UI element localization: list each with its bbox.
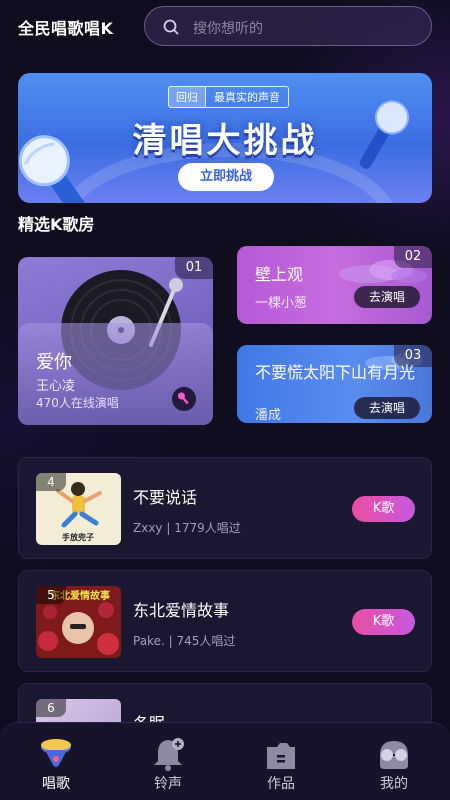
room-info-panel: 爱你 王心凌 470人在线演唱 — [18, 323, 213, 425]
section-title: 精选K歌房 — [18, 215, 95, 234]
nav-tab-works[interactable]: 作品 — [225, 723, 337, 800]
room-singer: 一棵小葱 — [255, 296, 308, 311]
room-song-title: 爱你 — [36, 352, 72, 373]
go-sing-button[interactable]: 去演唱 — [354, 397, 420, 419]
nav-tab-sing[interactable]: 唱歌 — [0, 723, 112, 800]
nav-label: 作品 — [267, 776, 295, 792]
app-title: 全民唱歌唱K — [18, 19, 114, 38]
go-sing-button[interactable]: 去演唱 — [354, 286, 420, 308]
meta-separator: | — [168, 634, 173, 648]
song-title: 东北爱情故事 — [133, 601, 230, 620]
mic-badge-icon — [172, 387, 196, 411]
nav-tab-mine[interactable]: 我的 — [338, 723, 450, 800]
meta-separator: | — [166, 521, 171, 535]
microphone-icon — [41, 739, 71, 767]
room-song-title: 不要慌太阳下山有月光 — [255, 363, 416, 382]
banner-title: 清唱大挑战 — [132, 121, 318, 161]
challenge-banner[interactable]: 回归 最真实的声音 清唱大挑战 立即挑战 — [18, 73, 432, 203]
song-sung-count: 1779人唱过 — [174, 521, 241, 535]
room-rank-badge: 01 — [175, 257, 213, 279]
search-icon — [163, 19, 179, 35]
banner-tag-right: 最真实的声音 — [214, 91, 280, 104]
room-rank-badge: 02 — [394, 246, 432, 268]
room-singer: 潘成 — [255, 408, 282, 423]
room-card-3[interactable]: 03 不要慌太阳下山有月光 潘成 去演唱 — [237, 345, 432, 423]
karaoke-button[interactable]: K歌 — [352, 609, 415, 635]
avatar-glasses-icon — [380, 741, 408, 769]
song-artist: Zxxy — [133, 521, 163, 535]
bell-icon — [154, 738, 184, 771]
room-song-title: 壁上观 — [255, 265, 304, 284]
banner-tag-left: 回归 — [169, 86, 206, 108]
song-sung-count: 745人唱过 — [176, 634, 236, 648]
song-rank: 4 — [36, 473, 66, 491]
song-rank: 6 — [36, 699, 66, 717]
search-placeholder: 搜你想听的 — [193, 21, 263, 37]
karaoke-button[interactable]: K歌 — [352, 496, 415, 522]
cover-text: 手放兜子 — [62, 532, 94, 542]
song-artist: Pake. — [133, 634, 165, 648]
song-title: 不要说话 — [133, 488, 198, 507]
song-meta: Zxxy | 1779人唱过 — [133, 519, 241, 536]
room-card-2[interactable]: 02 壁上观 一棵小葱 去演唱 — [237, 246, 432, 324]
nav-label: 铃声 — [154, 776, 182, 792]
bottom-navigation: 唱歌 铃声 作品 我的 — [0, 722, 450, 800]
top-bar: 全民唱歌唱K 搜你想听的 — [0, 0, 450, 56]
nav-tab-ringtone[interactable]: 铃声 — [112, 723, 224, 800]
song-rank: 5 — [36, 586, 66, 604]
song-list-item[interactable]: 手放兜子 4 不要说话 Zxxy | 1779人唱过 K歌 — [18, 457, 432, 559]
room-online-count: 470人在线演唱 — [36, 396, 119, 410]
challenge-button[interactable]: 立即挑战 — [178, 163, 274, 191]
song-cover-image: 手放兜子 4 — [36, 473, 121, 545]
room-singer: 王心凌 — [36, 379, 76, 394]
nav-label: 我的 — [380, 776, 408, 792]
song-list-item[interactable]: 东北爱情故事 5 东北爱情故事 Pake. | 745人唱过 K歌 — [18, 570, 432, 672]
nav-label: 唱歌 — [42, 776, 70, 792]
folder-icon — [267, 743, 295, 769]
room-card-1[interactable]: 01 爱你 王心凌 470人在线演唱 — [18, 257, 213, 425]
song-cover-image: 东北爱情故事 5 — [36, 586, 121, 658]
song-meta: Pake. | 745人唱过 — [133, 632, 235, 649]
banner-tag: 回归 最真实的声音 — [168, 86, 289, 108]
search-bar[interactable]: 搜你想听的 — [144, 6, 432, 46]
